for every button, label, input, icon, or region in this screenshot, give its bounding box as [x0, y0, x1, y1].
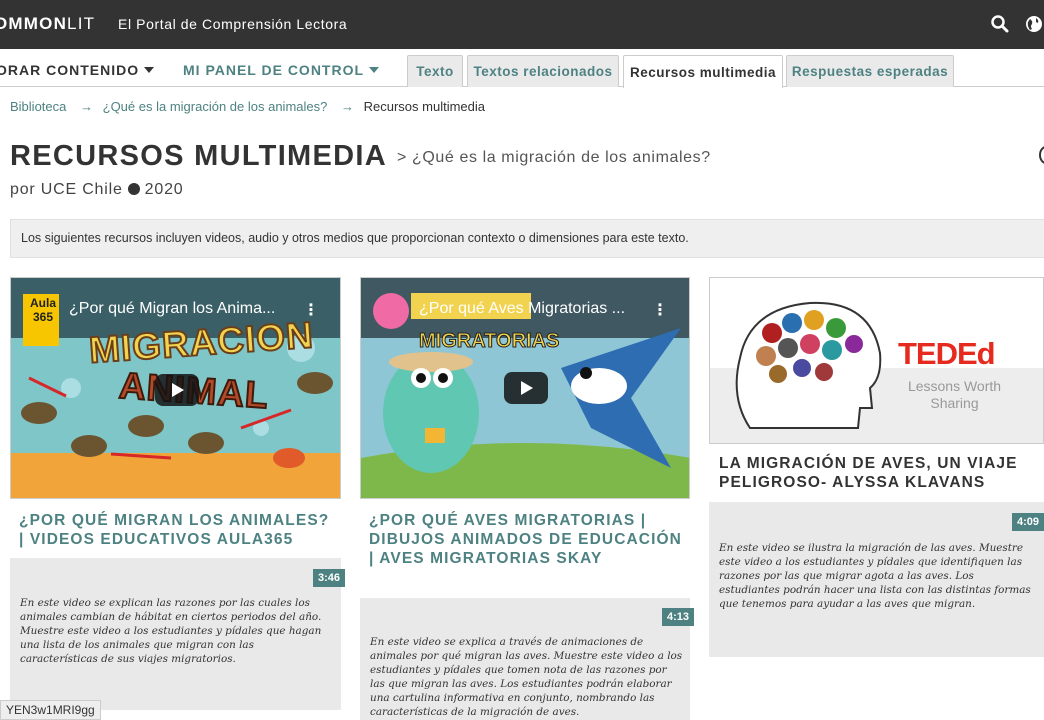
link-status-tooltip: YEN3w1MRI9gg: [0, 700, 101, 720]
byline: por UCE Chile 2020: [10, 181, 183, 199]
tagline: El Portal de Comprensión Lectora: [118, 16, 348, 32]
arrow-right-icon: →: [80, 99, 93, 114]
thumb-text: MIGRATORIAS: [418, 330, 560, 353]
bullet-icon: [127, 183, 140, 195]
explore-content-menu[interactable]: ORAR CONTENIDO: [0, 62, 155, 78]
page-title: RECURSOS MULTIMEDIA: [10, 140, 387, 172]
video-title[interactable]: ¿Por qué Aves Migratorias ...: [419, 300, 625, 318]
media-description: En este video se ilustra la migración de…: [719, 542, 1031, 610]
author: por UCE Chile: [10, 181, 123, 198]
more-vert-icon[interactable]: ⋮: [652, 300, 668, 320]
ted-thumbnail[interactable]: TEDEd Lessons Worth Sharing: [709, 277, 1044, 444]
page-subtitle: > ¿Qué es la migración de los animales?: [397, 149, 711, 166]
media-description: En este video se explica a través de ani…: [370, 636, 683, 718]
channel-badge: Aula 365: [29, 296, 56, 324]
tab-multimedia[interactable]: Recursos multimedia: [623, 55, 783, 88]
tab-related-texts[interactable]: Textos relacionados: [467, 55, 619, 87]
ted-ed-logo: TEDEd: [898, 336, 996, 371]
play-icon[interactable]: [155, 374, 199, 406]
arrow-right-icon: →: [340, 99, 354, 114]
media-title[interactable]: ¿POR QUÉ MIGRAN LOS ANIMALES? | VIDEOS E…: [19, 511, 339, 549]
duration-badge: 4:13: [662, 608, 695, 626]
main-nav: ORAR CONTENIDO MI PANEL DE CONTROL Texto…: [0, 49, 1044, 88]
duration-badge: 4:09: [1012, 513, 1044, 531]
media-description: En este video se explican las razones po…: [20, 597, 322, 665]
dashboard-menu[interactable]: MI PANEL DE CONTROL: [183, 62, 380, 78]
tab-text[interactable]: Texto: [407, 55, 463, 87]
search-icon[interactable]: [990, 14, 1010, 34]
partial-icon[interactable]: [1039, 146, 1044, 164]
video-player[interactable]: Aula 365 ¿Por qué Migran los Anima... ⋮ …: [10, 277, 341, 499]
media-title[interactable]: ¿POR QUÉ AVES MIGRATORIAS | DIBUJOS ANIM…: [369, 511, 685, 568]
info-banner: Los siguientes recursos incluyen videos,…: [10, 219, 1044, 258]
breadcrumb: Biblioteca → ¿Qué es la migración de los…: [10, 99, 485, 114]
top-bar: OMMONLIT El Portal de Comprensión Lector…: [0, 0, 1044, 49]
duration-badge: 3:46: [313, 569, 346, 587]
breadcrumb-text[interactable]: ¿Qué es la migración de los animales?: [103, 99, 328, 114]
channel-avatar[interactable]: [373, 293, 409, 329]
globe-icon[interactable]: [1024, 14, 1044, 34]
tab-expected-answers[interactable]: Respuestas esperadas: [786, 55, 954, 87]
breadcrumb-library[interactable]: Biblioteca: [10, 99, 66, 114]
breadcrumb-current: Recursos multimedia: [363, 99, 485, 114]
video-player[interactable]: ¿Por qué Aves Migratorias ... ⋮ MIGRATOR…: [360, 277, 690, 499]
media-title[interactable]: LA MIGRACIÓN DE AVES, UN VIAJE PELIGROSO…: [719, 454, 1039, 492]
brand-tagline: Lessons Worth Sharing: [907, 378, 1002, 411]
commonlit-logo[interactable]: OMMONLIT: [0, 14, 95, 34]
play-icon[interactable]: [504, 372, 548, 404]
video-title[interactable]: ¿Por qué Migran los Anima...: [69, 300, 275, 318]
year: 2020: [144, 181, 184, 198]
